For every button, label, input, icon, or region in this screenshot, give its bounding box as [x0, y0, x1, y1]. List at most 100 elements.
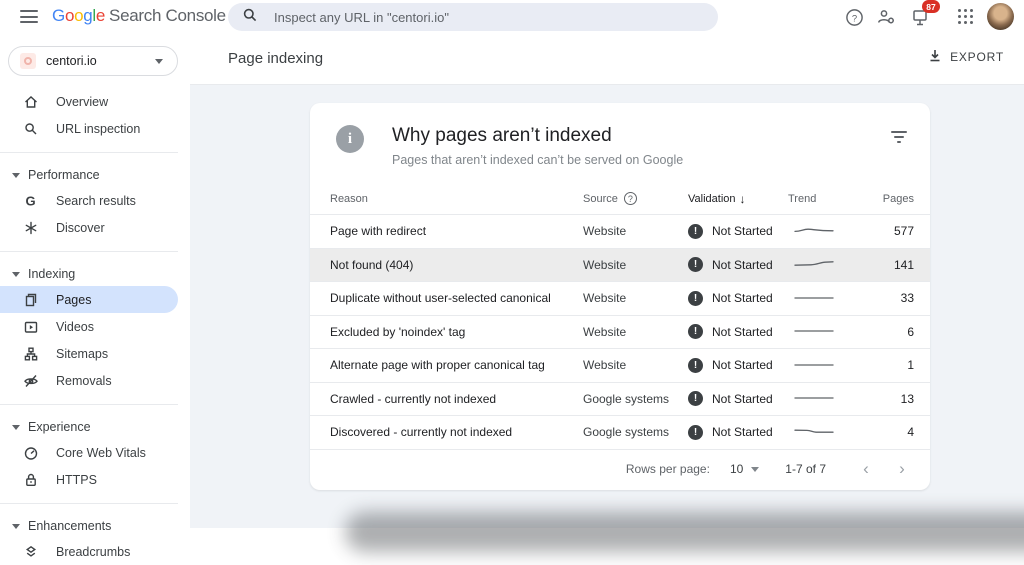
svg-text:G: G	[26, 193, 36, 208]
next-page-icon[interactable]: ›	[888, 455, 916, 483]
col-header-reason[interactable]: Reason	[330, 193, 583, 205]
sidebar-item-label: Core Web Vitals	[56, 446, 146, 460]
https-icon	[23, 472, 39, 488]
table-row[interactable]: Excluded by 'noindex' tag Website ! Not …	[310, 315, 930, 349]
sidebar-item-sitemaps[interactable]: Sitemaps	[0, 340, 178, 367]
property-selector[interactable]: centori.io	[8, 46, 178, 76]
sidebar-section-performance[interactable]: Performance	[0, 163, 190, 187]
sidebar-item-removals[interactable]: Removals	[0, 367, 178, 394]
row-reason: Not found (404)	[330, 258, 583, 272]
removals-icon	[23, 373, 39, 389]
col-header-pages[interactable]: Pages	[870, 193, 914, 205]
notifications-icon[interactable]: 87	[908, 5, 932, 29]
row-source: Website	[583, 258, 688, 272]
sidebar-item-label: HTTPS	[56, 473, 97, 487]
chevron-down-icon	[155, 59, 163, 64]
validation-status-icon: !	[688, 291, 703, 306]
logo-suffix: Search Console	[109, 6, 226, 25]
table-row[interactable]: Crawled - currently not indexed Google s…	[310, 382, 930, 416]
app-logo[interactable]: GoogleSearch Console	[52, 6, 226, 26]
hamburger-menu-icon[interactable]	[20, 10, 38, 23]
card-title: Why pages aren’t indexed	[392, 125, 683, 147]
rows-per-page-label: Rows per page:	[626, 462, 710, 476]
table-row[interactable]: Discovered - currently not indexed Googl…	[310, 415, 930, 449]
sidebar-item-pages[interactable]: Pages	[0, 286, 178, 313]
sidebar-item-videos[interactable]: Videos	[0, 313, 178, 340]
apps-grid-icon[interactable]	[954, 5, 978, 29]
table-row[interactable]: Duplicate without user-selected canonica…	[310, 281, 930, 315]
sidebar-item-breadcrumbs[interactable]: Breadcrumbs	[0, 538, 178, 565]
sidebar-divider	[0, 152, 178, 153]
filter-icon[interactable]	[890, 131, 908, 145]
validation-status-icon: !	[688, 257, 703, 272]
rows-per-page-value[interactable]: 10	[730, 462, 743, 476]
collapse-triangle-icon	[12, 272, 20, 277]
row-reason: Page with redirect	[330, 224, 583, 238]
url-inspection-icon	[23, 121, 39, 137]
sidebar-section-label: Enhancements	[28, 519, 111, 533]
validation-status-label: Not Started	[712, 258, 773, 272]
row-reason: Discovered - currently not indexed	[330, 425, 583, 439]
col-header-source-label: Source	[583, 193, 618, 205]
previous-page-icon[interactable]: ‹	[852, 455, 880, 483]
col-header-trend[interactable]: Trend	[788, 193, 870, 205]
row-source: Website	[583, 291, 688, 305]
row-source: Website	[583, 325, 688, 339]
notification-badge: 87	[922, 0, 940, 13]
sidebar-section-indexing[interactable]: Indexing	[0, 262, 190, 286]
source-help-icon[interactable]: ?	[624, 192, 637, 205]
validation-status-icon: !	[688, 358, 703, 373]
sidebar-divider	[0, 404, 178, 405]
sidebar-section-label: Performance	[28, 168, 100, 182]
pagination-range: 1-7 of 7	[785, 462, 826, 476]
col-header-validation-label: Validation	[688, 193, 736, 205]
search-icon	[242, 7, 258, 28]
table-row[interactable]: Alternate page with proper canonical tag…	[310, 348, 930, 382]
sidebar-item-label: Sitemaps	[56, 347, 108, 361]
sidebar-item-label: Pages	[56, 293, 91, 307]
row-trend-sparkline	[788, 391, 870, 406]
sidebar-item-discover[interactable]: Discover	[0, 214, 178, 241]
row-trend-sparkline	[788, 324, 870, 339]
row-trend-sparkline	[788, 358, 870, 373]
validation-status-icon: !	[688, 324, 703, 339]
sidebar-section-experience[interactable]: Experience	[0, 415, 190, 439]
collapse-triangle-icon	[12, 425, 20, 430]
export-button[interactable]: EXPORT	[928, 48, 1004, 66]
table-footer: Rows per page: 10 1-7 of 7 ‹ ›	[310, 449, 930, 489]
sidebar-divider	[0, 503, 178, 504]
validation-status-label: Not Started	[712, 358, 773, 372]
col-header-source[interactable]: Source ?	[583, 192, 688, 205]
card-subtitle: Pages that aren’t indexed can’t be serve…	[392, 153, 683, 167]
pages-icon	[23, 292, 39, 308]
sidebar-item-label: Search results	[56, 194, 136, 208]
sidebar-item-core-web-vitals[interactable]: Core Web Vitals	[0, 439, 178, 466]
manage-users-icon[interactable]	[874, 5, 898, 29]
avatar[interactable]	[987, 3, 1014, 30]
sidebar-section-enhancements[interactable]: Enhancements	[0, 514, 190, 538]
table-row[interactable]: Not found (404) Website ! Not Started 14…	[310, 248, 930, 282]
logo-letter: o	[65, 6, 74, 25]
table-row[interactable]: Page with redirect Website ! Not Started…	[310, 214, 930, 248]
top-app-bar: GoogleSearch Console Inspect any URL in …	[0, 0, 1024, 36]
row-source: Website	[583, 358, 688, 372]
row-validation: ! Not Started	[688, 224, 788, 239]
collapse-triangle-icon	[12, 173, 20, 178]
sidebar-item-label: Breadcrumbs	[56, 545, 130, 559]
row-reason: Duplicate without user-selected canonica…	[330, 291, 583, 305]
sidebar-section-label: Indexing	[28, 267, 75, 281]
help-icon[interactable]: ?	[842, 5, 866, 29]
validation-status-label: Not Started	[712, 425, 773, 439]
col-header-validation[interactable]: Validation ↓	[688, 192, 788, 206]
url-inspect-search-input[interactable]: Inspect any URL in "centori.io"	[228, 3, 718, 31]
sidebar-item-overview[interactable]: Overview	[0, 88, 178, 115]
rows-per-page-dropdown-icon[interactable]	[751, 467, 759, 472]
sidebar-item-search-results[interactable]: G Search results	[0, 187, 178, 214]
row-pages-count: 577	[870, 224, 914, 238]
row-pages-count: 4	[870, 425, 914, 439]
sidebar-item-url-inspection[interactable]: URL inspection	[0, 115, 178, 142]
row-reason: Excluded by 'noindex' tag	[330, 325, 583, 339]
sidebar-item-https[interactable]: HTTPS	[0, 466, 178, 493]
validation-status-icon: !	[688, 425, 703, 440]
core-web-vitals-icon	[23, 445, 39, 461]
